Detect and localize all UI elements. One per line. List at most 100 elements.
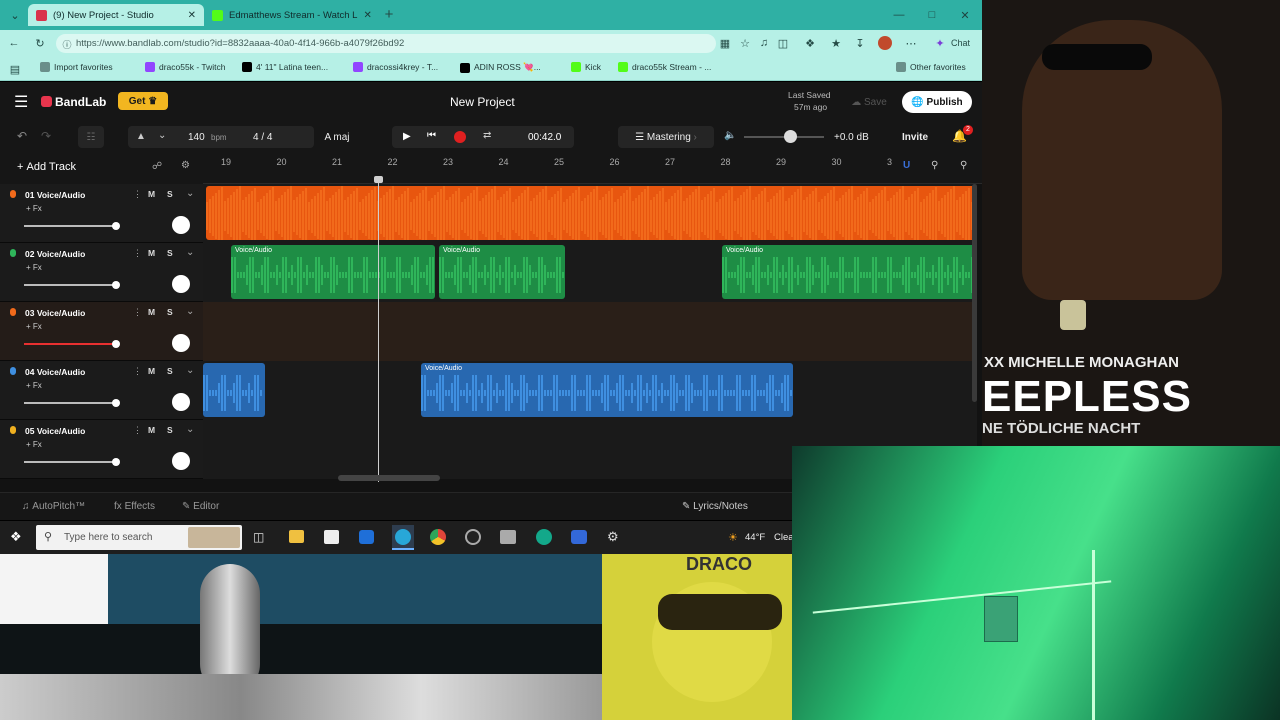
bookmark-menu-icon[interactable]: ▤ [8, 62, 22, 76]
close-tab-icon[interactable]: ✕ [188, 10, 196, 21]
bookmark-other-favorites[interactable]: Other favorites [896, 62, 966, 72]
more-options-icon[interactable]: ⋯ [904, 36, 918, 50]
url-input[interactable]: ⓘ https://www.bandlab.com/studio?id=8832… [56, 34, 716, 53]
add-fx-button[interactable]: + Fx [26, 381, 42, 390]
invite-button[interactable]: Invite [896, 126, 934, 148]
track-header-1[interactable]: 01 Voice/Audio + Fx ⋮ M S ⌄ [0, 184, 203, 243]
track-options-icon[interactable]: ⋮ [133, 189, 142, 200]
tab-actions-chevron-icon[interactable]: ⌄ [8, 8, 22, 22]
split-screen-icon[interactable]: ◫ [776, 36, 790, 50]
track-lane-4[interactable]: Voice/Audio [203, 361, 977, 420]
project-title[interactable]: New Project [450, 95, 515, 109]
track-expand-chevron-icon[interactable]: ⌄ [186, 306, 194, 317]
track-volume-fill[interactable] [24, 225, 116, 227]
track-header-3[interactable]: 03 Voice/Audio + Fx ⋮ M S ⌄ [0, 302, 203, 361]
track-expand-chevron-icon[interactable]: ⌄ [186, 424, 194, 435]
track-header-5[interactable]: 05 Voice/Audio + Fx ⋮ M S ⌄ [0, 420, 203, 479]
metronome-menu-chevron-icon[interactable]: ⌄ [158, 130, 166, 141]
solo-button[interactable]: S [167, 189, 173, 199]
mute-button[interactable]: M [148, 366, 155, 376]
weather-temperature[interactable]: 44°F [745, 532, 765, 543]
audio-clip[interactable]: Voice/Audio [421, 363, 793, 417]
app-icon[interactable] [500, 530, 516, 544]
solo-button[interactable]: S [167, 425, 173, 435]
track-volume-knob[interactable] [111, 458, 120, 466]
favorite-star-icon[interactable]: ☆ [738, 36, 752, 50]
editor-button[interactable]: ✎ Editor [182, 501, 219, 512]
track-header-4[interactable]: 04 Voice/Audio + Fx ⋮ M S ⌄ [0, 361, 203, 420]
autopitch-button[interactable]: ♫ AutoPitch™ [22, 501, 85, 512]
redo-icon[interactable]: ↷ [41, 129, 51, 143]
record-button[interactable] [454, 131, 466, 143]
mute-button[interactable]: M [148, 307, 155, 317]
tab-kick-stream[interactable]: Edmatthews Stream - Watch L ✕ [204, 4, 372, 26]
close-window-icon[interactable]: ✕ [958, 8, 972, 22]
mastering-button[interactable]: ☰ Mastering › [618, 126, 714, 148]
pan-knob[interactable] [172, 452, 190, 470]
zoom-in-icon[interactable]: ⚲ [960, 160, 967, 171]
hamburger-menu-icon[interactable]: ☰ [14, 92, 28, 112]
playhead[interactable] [378, 178, 379, 482]
copilot-icon[interactable]: ✦ [933, 36, 947, 50]
read-aloud-icon[interactable]: ♫ [757, 36, 771, 50]
tab-bandlab-studio[interactable]: (9) New Project - Studio ✕ [28, 4, 204, 26]
track-volume-fill[interactable] [24, 343, 116, 345]
track-lane-3[interactable] [203, 302, 977, 361]
track-volume-knob[interactable] [111, 399, 120, 407]
site-info-icon[interactable]: ⓘ [60, 37, 74, 51]
time-signature[interactable]: 4 / 4 [253, 132, 272, 143]
track-name[interactable]: 04 Voice/Audio [25, 367, 85, 377]
extensions-icon[interactable]: ❖ [803, 36, 817, 50]
solo-button[interactable]: S [167, 307, 173, 317]
save-button[interactable]: ☁ Save [845, 92, 893, 112]
pan-knob[interactable] [172, 275, 190, 293]
track-header-2[interactable]: 02 Voice/Audio + Fx ⋮ M S ⌄ [0, 243, 203, 302]
track-name[interactable]: 03 Voice/Audio [25, 308, 85, 318]
solo-button[interactable]: S [167, 248, 173, 258]
pan-knob[interactable] [172, 393, 190, 411]
bookmark-x-2[interactable]: ADIN ROSS 💘... [460, 62, 541, 73]
app-available-icon[interactable]: ▦ [718, 36, 732, 50]
minimize-window-icon[interactable]: — [892, 8, 906, 22]
bookmark-x-1[interactable]: 4' 11" Latina teen... [242, 62, 328, 72]
tools-button[interactable]: ☷ [78, 126, 104, 148]
zoom-out-icon[interactable]: ⚲ [931, 160, 938, 171]
play-button[interactable]: ▶ [403, 131, 411, 142]
track-options-icon[interactable]: ⋮ [133, 366, 142, 377]
favorites-icon[interactable]: ★ [829, 36, 843, 50]
track-name[interactable]: 05 Voice/Audio [25, 426, 85, 436]
effects-button[interactable]: fx Effects [114, 501, 155, 512]
track-volume-knob[interactable] [111, 340, 120, 348]
settings-gear-icon[interactable]: ⚙ [607, 529, 619, 545]
maximize-window-icon[interactable]: □ [925, 8, 939, 22]
mute-button[interactable]: M [148, 425, 155, 435]
track-volume-knob[interactable] [111, 281, 120, 289]
track-expand-chevron-icon[interactable]: ⌄ [186, 247, 194, 258]
key-selector[interactable]: A maj [318, 126, 356, 148]
track-name[interactable]: 02 Voice/Audio [25, 249, 85, 259]
pan-knob[interactable] [172, 334, 190, 352]
obs-icon[interactable] [465, 529, 481, 545]
bookmark-twitch-2[interactable]: dracossi4krey - T... [353, 62, 438, 72]
bookmark-import-favorites[interactable]: Import favorites [40, 62, 113, 72]
track-options-icon[interactable]: ⋮ [133, 307, 142, 318]
store-icon[interactable] [324, 530, 339, 544]
skip-to-start-button[interactable]: ⏮ [427, 130, 436, 141]
back-icon[interactable]: ← [7, 36, 21, 50]
get-membership-button[interactable]: Get ♛ [118, 92, 168, 110]
audio-clip[interactable]: Voice/Audio [231, 245, 435, 299]
track-lane-2[interactable]: Voice/Audio Voice/Audio Voice/Audio [203, 243, 977, 302]
metronome-icon[interactable]: ▲ [136, 131, 146, 142]
mute-button[interactable]: M [148, 248, 155, 258]
track-name[interactable]: 01 Voice/Audio [25, 190, 85, 200]
lyrics-notes-button[interactable]: ✎ Lyrics/Notes [682, 501, 748, 512]
add-fx-button[interactable]: + Fx [26, 204, 42, 213]
track-expand-chevron-icon[interactable]: ⌄ [186, 365, 194, 376]
solo-button[interactable]: S [167, 366, 173, 376]
loop-button[interactable]: ⇄ [483, 130, 491, 141]
add-fx-button[interactable]: + Fx [26, 263, 42, 272]
refresh-icon[interactable]: ↻ [33, 36, 47, 50]
speaker-icon[interactable]: 🔈 [724, 130, 736, 141]
bookmark-kick-stream[interactable]: draco55k Stream - ... [618, 62, 711, 72]
undo-icon[interactable]: ↶ [17, 129, 27, 143]
